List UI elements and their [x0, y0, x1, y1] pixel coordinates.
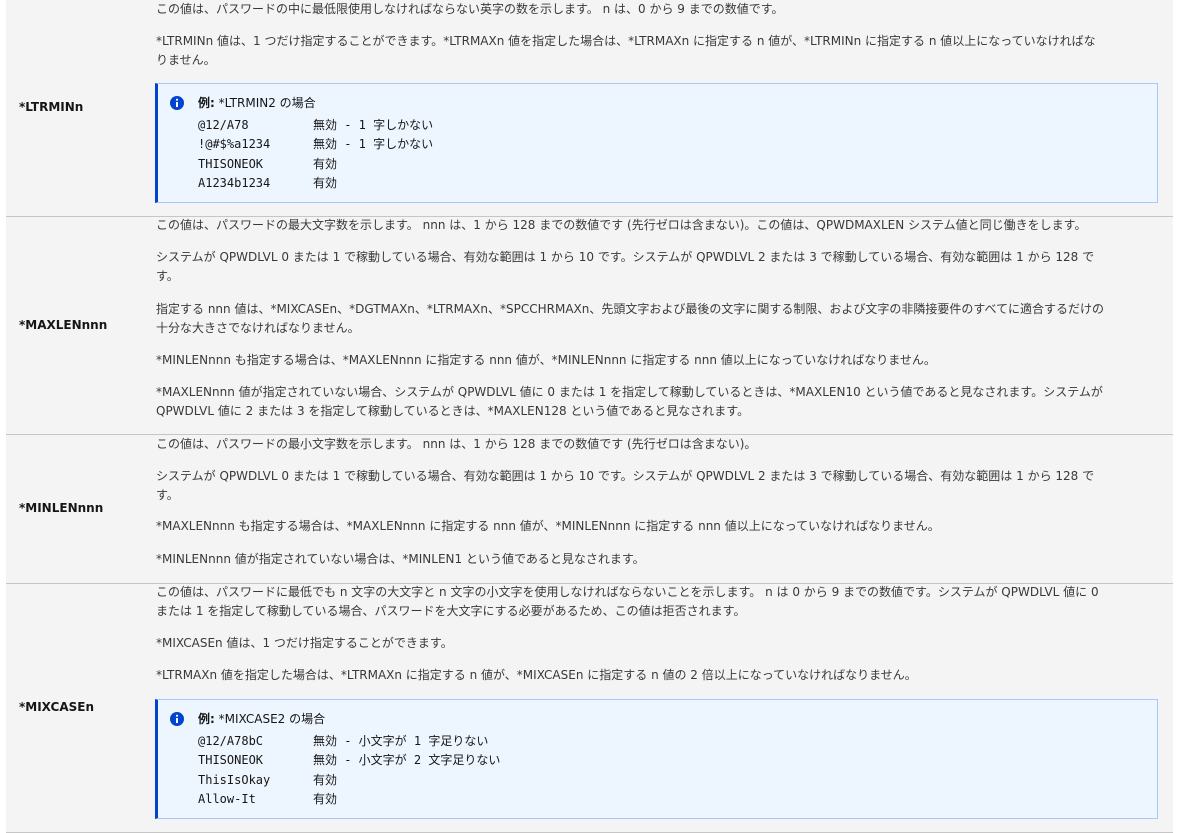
table-row-maxlen: *MAXLENnnn この値は、パスワードの最大文字数を示します。 nnn は、… [6, 216, 1173, 435]
row-description: 十分な大きさでなければなりません。 [156, 321, 360, 335]
example-code: !@#$%a1234 [198, 137, 271, 151]
example-code: A1234b1234 [198, 176, 271, 190]
example-caption: *LTRMIN2 の場合 [218, 96, 316, 110]
example-code: THISONEOK [198, 753, 264, 767]
example-title: 例: *LTRMIN2 の場合 [198, 94, 316, 111]
row-description: *MAXLENnnn 値が指定されていない場合、システムが QPWDLVL 値に… [156, 385, 1103, 399]
system-value-table: *LTRMINn この値は、パスワードの中に最低限使用しなければならない英字の数… [6, 0, 1173, 833]
row-description: *MAXLENnnn も指定する場合は、*MAXLENnnn に指定する nnn… [156, 519, 940, 533]
example-result: 無効 - 小文字が 1 字足りない [313, 734, 489, 748]
row-description: *LTRMAXn 値を指定した場合は、*LTRMAXn に指定する n 値が、*… [156, 668, 917, 682]
row-key: *MINLENnnn [19, 501, 104, 515]
row-description: システムが QPWDLVL 0 または 1 で稼動している場合、有効な範囲は 1… [156, 250, 1095, 264]
row-key: *MIXCASEn [19, 700, 94, 714]
info-icon [170, 711, 184, 726]
table-row-ltrmin: *LTRMINn この値は、パスワードの中に最低限使用しなければならない英字の数… [6, 0, 1173, 217]
row-key: *LTRMINn [19, 100, 84, 114]
row-description: *MINLENnnn 値が指定されていない場合は、*MINLEN1 という値であ… [156, 552, 645, 566]
row-description: QPWDLVL 値に 2 または 3 を指定して稼動しているときは、*MAXLE… [156, 404, 750, 418]
example-result: 有効 [313, 792, 338, 806]
row-description: この値は、パスワードに最低でも n 文字の大文字と n 文字の小文字を使用しなけ… [156, 585, 1099, 599]
row-description: りません。 [156, 53, 216, 67]
row-description: す。 [156, 269, 179, 283]
example-code: THISONEOK [198, 157, 264, 171]
row-description: *MIXCASEn 値は、1 つだけ指定することができます。 [156, 636, 453, 650]
example-result: 無効 - 1 字しかない [313, 118, 434, 132]
row-description: この値は、パスワードの中に最低限使用しなければならない英字の数を示します。 n … [156, 2, 784, 16]
table-row-minlen: *MINLENnnn この値は、パスワードの最小文字数を示します。 nnn は、… [6, 434, 1173, 584]
example-label: 例: [198, 712, 215, 726]
row-description: または 1 を指定して稼動している場合、パスワードを大文字にする必要があるため、… [156, 604, 746, 618]
example-result: 有効 [313, 157, 338, 171]
example-line: @12/A78bC 無効 - 小文字が 1 字足りない [198, 732, 488, 749]
info-icon [170, 95, 184, 110]
example-code: @12/A78 [198, 118, 249, 132]
row-description: *MINLENnnn も指定する場合は、*MAXLENnnn に指定する nnn… [156, 353, 936, 367]
row-description: す。 [156, 488, 179, 502]
row-description: *LTRMINn 値は、1 つだけ指定することができます。*LTRMAXn 値を… [156, 34, 1096, 48]
example-code: ThisIsOkay [198, 773, 271, 787]
example-line: A1234b1234 有効 [198, 174, 337, 191]
row-description: この値は、パスワードの最大文字数を示します。 nnn は、1 から 128 まで… [156, 218, 1087, 232]
row-description: システムが QPWDLVL 0 または 1 で稼動している場合、有効な範囲は 1… [156, 469, 1095, 483]
example-title: 例: *MIXCASE2 の場合 [198, 710, 325, 727]
example-line: Allow-It 有効 [198, 790, 337, 807]
example-code: @12/A78bC [198, 734, 264, 748]
row-key: *MAXLENnnn [19, 318, 108, 332]
row-description: 指定する nnn 値は、*MIXCASEn、*DGTMAXn、*LTRMAXn、… [156, 302, 1105, 316]
example-label: 例: [198, 96, 215, 110]
example-result: 無効 - 小文字が 2 文字足りない [313, 753, 501, 767]
example-line: ThisIsOkay 有効 [198, 771, 337, 788]
row-description: この値は、パスワードの最小文字数を示します。 nnn は、1 から 128 まで… [156, 437, 757, 451]
example-line: @12/A78 無効 - 1 字しかない [198, 116, 433, 133]
example-result: 無効 - 1 字しかない [313, 137, 434, 151]
example-line: !@#$%a1234 無効 - 1 字しかない [198, 135, 433, 152]
table-row-mixcase: *MIXCASEn この値は、パスワードに最低でも n 文字の大文字と n 文字… [6, 583, 1173, 833]
example-result: 有効 [313, 773, 338, 787]
example-line: THISONEOK 有効 [198, 155, 337, 172]
example-line: THISONEOK 無効 - 小文字が 2 文字足りない [198, 751, 500, 768]
example-code: Allow-It [198, 792, 256, 806]
example-note: 例: *LTRMIN2 の場合 @12/A78 無効 - 1 字しかない !@#$… [155, 83, 1158, 203]
example-result: 有効 [313, 176, 338, 190]
example-caption: *MIXCASE2 の場合 [218, 712, 326, 726]
example-note: 例: *MIXCASE2 の場合 @12/A78bC 無効 - 小文字が 1 字足… [155, 699, 1158, 819]
